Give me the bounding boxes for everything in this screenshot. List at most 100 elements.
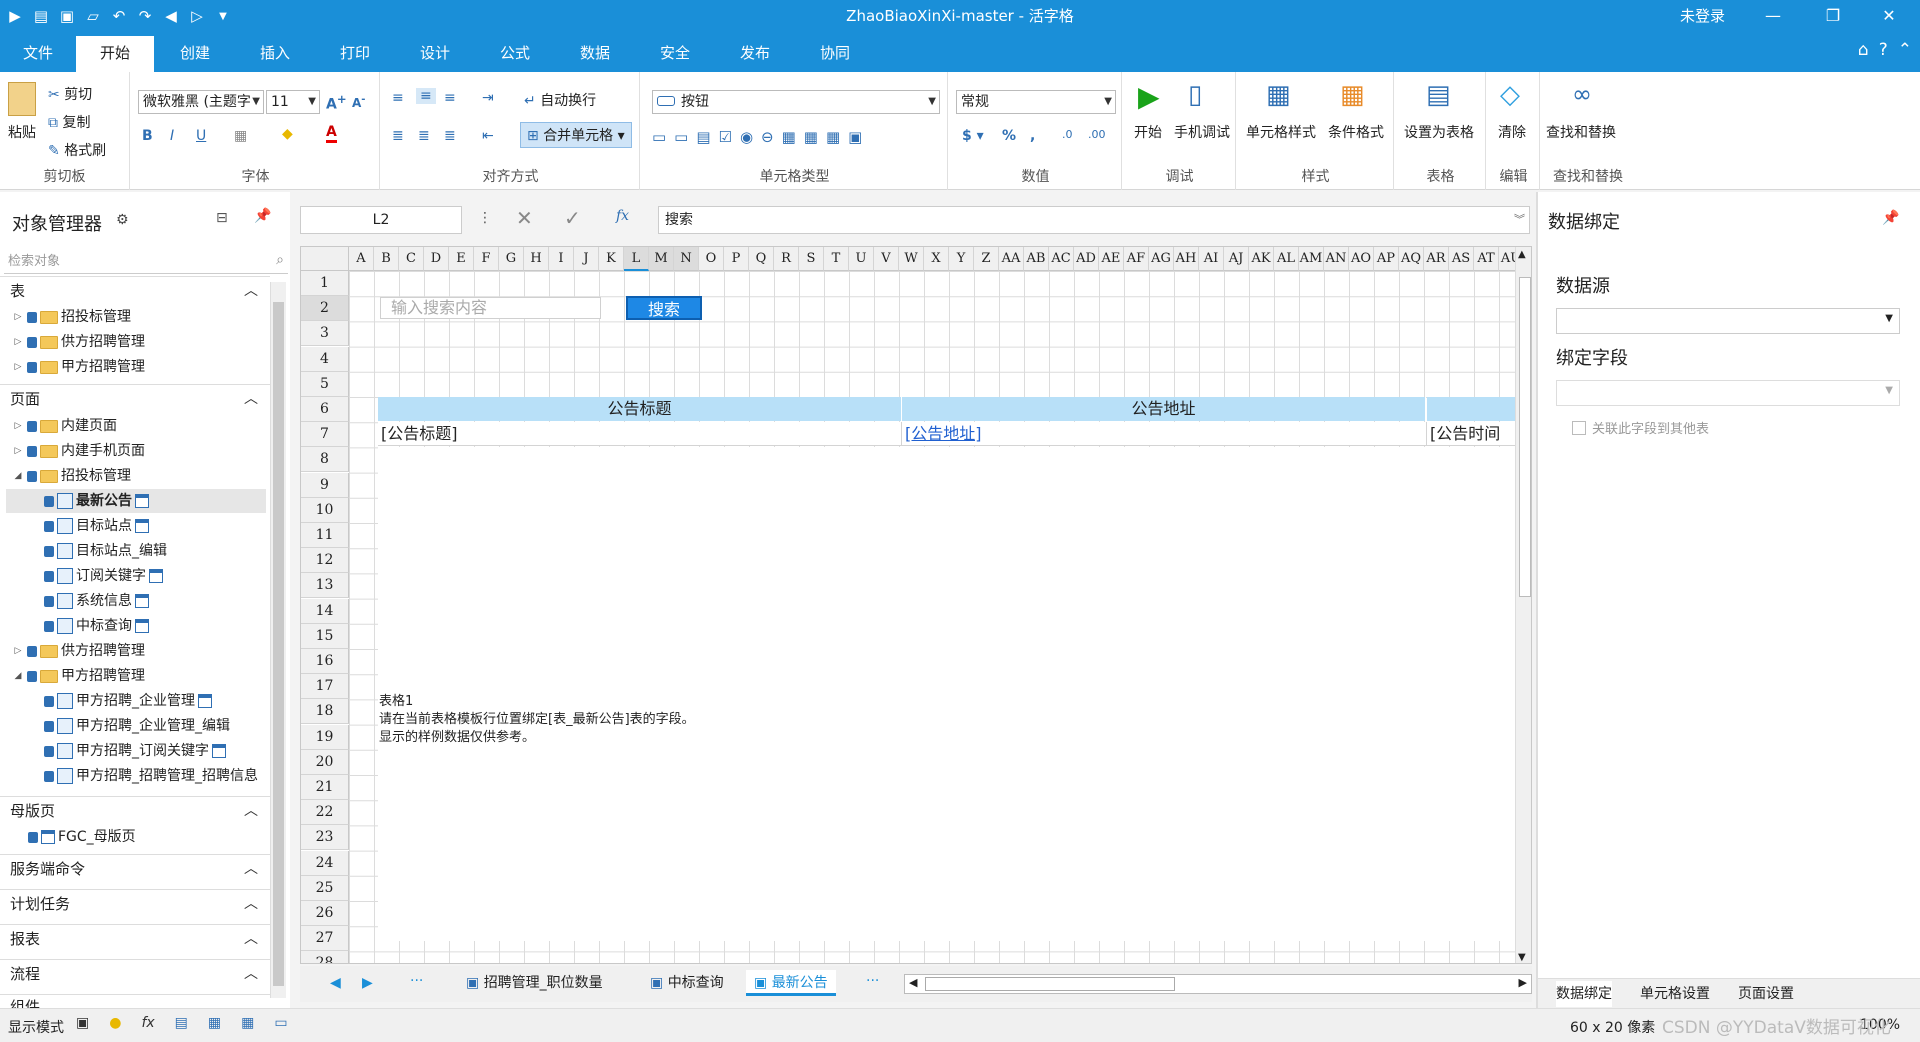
row-header-8[interactable]: 8 [301, 447, 349, 473]
scroll-thumb[interactable] [273, 302, 284, 986]
tab-data-binding[interactable]: 数据绑定 [1556, 981, 1612, 1007]
border-icon[interactable]: ▦ [234, 128, 247, 144]
tree-item[interactable]: ◢ 招投标管理 [12, 464, 131, 488]
row-header-22[interactable]: 22 [301, 800, 349, 826]
tree-item[interactable]: ◢ 甲方招聘管理 [12, 664, 145, 688]
row-header-19[interactable]: 19 [301, 724, 349, 750]
tree-item[interactable]: 中标查询 [44, 614, 149, 638]
tab-data[interactable]: 数据 [564, 36, 626, 72]
column-header-t[interactable]: T [824, 247, 849, 271]
scroll-down-icon[interactable]: ▼ [1518, 952, 1526, 963]
set-table-button[interactable]: 设置为表格 [1404, 122, 1474, 142]
tab-design[interactable]: 设计 [404, 36, 466, 72]
redo-icon[interactable]: ↷ [134, 5, 156, 27]
prev-tab-icon[interactable]: ◀ [330, 970, 341, 996]
row-header-2[interactable]: 2 [301, 296, 349, 322]
row-header-10[interactable]: 10 [301, 497, 349, 523]
layout-icon[interactable]: ▭ [274, 1015, 287, 1031]
font-family-select[interactable]: 微软雅黑 (主题字 ▼ [138, 90, 264, 114]
row-header-27[interactable]: 27 [301, 926, 349, 952]
open-folder-icon[interactable]: ▱ [82, 5, 104, 27]
tree-item[interactable]: FGC_母版页 [28, 825, 136, 849]
formula-input[interactable]: 搜索 ︾ [658, 206, 1530, 234]
tree-item[interactable]: 甲方招聘_招聘管理_招聘信息 [44, 764, 266, 788]
column-header-o[interactable]: O [699, 247, 724, 271]
tree-item[interactable]: ▷ 内建手机页面 [12, 439, 145, 463]
row-header-17[interactable]: 17 [301, 674, 349, 700]
column-header-as[interactable]: AS [1449, 247, 1474, 271]
datasource-select[interactable]: ▼ [1556, 308, 1900, 334]
align-center-icon[interactable]: ≣ [418, 128, 430, 144]
column-header-a[interactable]: A [349, 247, 374, 271]
column-header-l[interactable]: L [624, 247, 649, 271]
mobile-debug-icon[interactable]: ▯ [1188, 80, 1202, 110]
row-header-4[interactable]: 4 [301, 346, 349, 372]
column-header-ah[interactable]: AH [1174, 247, 1199, 271]
indent-icon[interactable]: ⇥ [482, 90, 494, 106]
underline-icon[interactable]: U [196, 128, 206, 144]
grow-font-icon[interactable]: A+ [326, 92, 347, 113]
tree-item[interactable]: 目标站点 [44, 514, 149, 538]
tree-item[interactable]: 订阅关键字 [44, 564, 163, 588]
row-header-21[interactable]: 21 [301, 775, 349, 800]
column-header-z[interactable]: Z [974, 247, 999, 271]
scroll-left-icon[interactable]: ◀ [909, 976, 917, 989]
collapse-icon[interactable]: ⊟ [216, 210, 228, 226]
tab-page-settings[interactable]: 页面设置 [1738, 981, 1794, 1007]
tree-item[interactable]: ▷ 甲方招聘管理 [12, 355, 145, 379]
cond-format-icon[interactable]: ▦ [1340, 80, 1365, 110]
tree-item[interactable]: ▷ 招投标管理 [12, 305, 131, 329]
wrap-text-button[interactable]: ↵ 自动换行 [524, 90, 596, 110]
bulb-icon[interactable]: ● [109, 1015, 121, 1031]
function-icon[interactable]: fx [141, 1015, 154, 1031]
row-header-20[interactable]: 20 [301, 749, 349, 775]
column-header-g[interactable]: G [499, 247, 524, 271]
tab-insert[interactable]: 插入 [244, 36, 306, 72]
panel-divider[interactable] [1536, 192, 1538, 1008]
column-header-f[interactable]: F [474, 247, 499, 271]
column-header-y[interactable]: Y [949, 247, 974, 271]
template-time-cell[interactable]: [公告时间 [1427, 422, 1515, 446]
name-box[interactable]: L2 [300, 206, 462, 234]
select-all-corner[interactable] [301, 247, 349, 271]
bind-field-select[interactable]: ▼ [1556, 380, 1900, 406]
column-header-ag[interactable]: AG [1149, 247, 1174, 271]
row-header-5[interactable]: 5 [301, 371, 349, 397]
column-header-al[interactable]: AL [1274, 247, 1299, 271]
currency-icon[interactable]: $ ▾ [962, 128, 984, 144]
gear-icon[interactable]: ⚙ [116, 212, 129, 228]
column-header-am[interactable]: AM [1299, 247, 1324, 271]
terminal-icon[interactable]: ▣ [76, 1015, 89, 1031]
template-url-cell[interactable]: [公告地址] [902, 422, 1427, 446]
column-header-ad[interactable]: AD [1074, 247, 1099, 271]
tree-item[interactable]: 甲方招聘_企业管理 [44, 689, 212, 713]
row-header-18[interactable]: 18 [301, 699, 349, 725]
fill-color-icon[interactable]: ◆ [282, 126, 293, 142]
checkbox-icon[interactable] [1572, 420, 1586, 435]
tree-item[interactable]: 甲方招聘_订阅关键字 [44, 739, 226, 763]
number-format-select[interactable]: 常规 ▼ [956, 90, 1116, 114]
row-header-12[interactable]: 12 [301, 548, 349, 574]
celltype-select[interactable]: 按钮 ▼ [652, 90, 940, 114]
column-header-i[interactable]: I [549, 247, 574, 271]
align-middle-icon[interactable]: ≡ [416, 88, 436, 104]
paste-icon[interactable] [8, 82, 36, 116]
maximize-icon[interactable]: ❐ [1810, 0, 1856, 32]
section-table[interactable]: 表 ︿ [0, 276, 270, 304]
row-header-16[interactable]: 16 [301, 649, 349, 674]
column-header-c[interactable]: C [399, 247, 424, 271]
column-header-at[interactable]: AT [1474, 247, 1499, 271]
percent-icon[interactable]: % [1002, 128, 1016, 144]
sheet-tab-active[interactable]: ▣ 最新公告 [746, 970, 836, 996]
column-header-h[interactable]: H [524, 247, 549, 271]
save-icon[interactable]: ▣ [56, 5, 78, 27]
header-title-cell[interactable]: 公告标题 [378, 397, 902, 421]
section-flow[interactable]: 流程 ︿ [0, 959, 270, 987]
row-header-13[interactable]: 13 [301, 573, 349, 599]
column-header-w[interactable]: W [899, 247, 924, 271]
font-color-icon[interactable]: A [326, 124, 337, 143]
left-scrollbar[interactable] [270, 282, 286, 998]
column-header-x[interactable]: X [924, 247, 949, 271]
confirm-icon[interactable]: ✓ [564, 206, 581, 230]
template-title-cell[interactable]: [公告标题] [378, 422, 902, 446]
